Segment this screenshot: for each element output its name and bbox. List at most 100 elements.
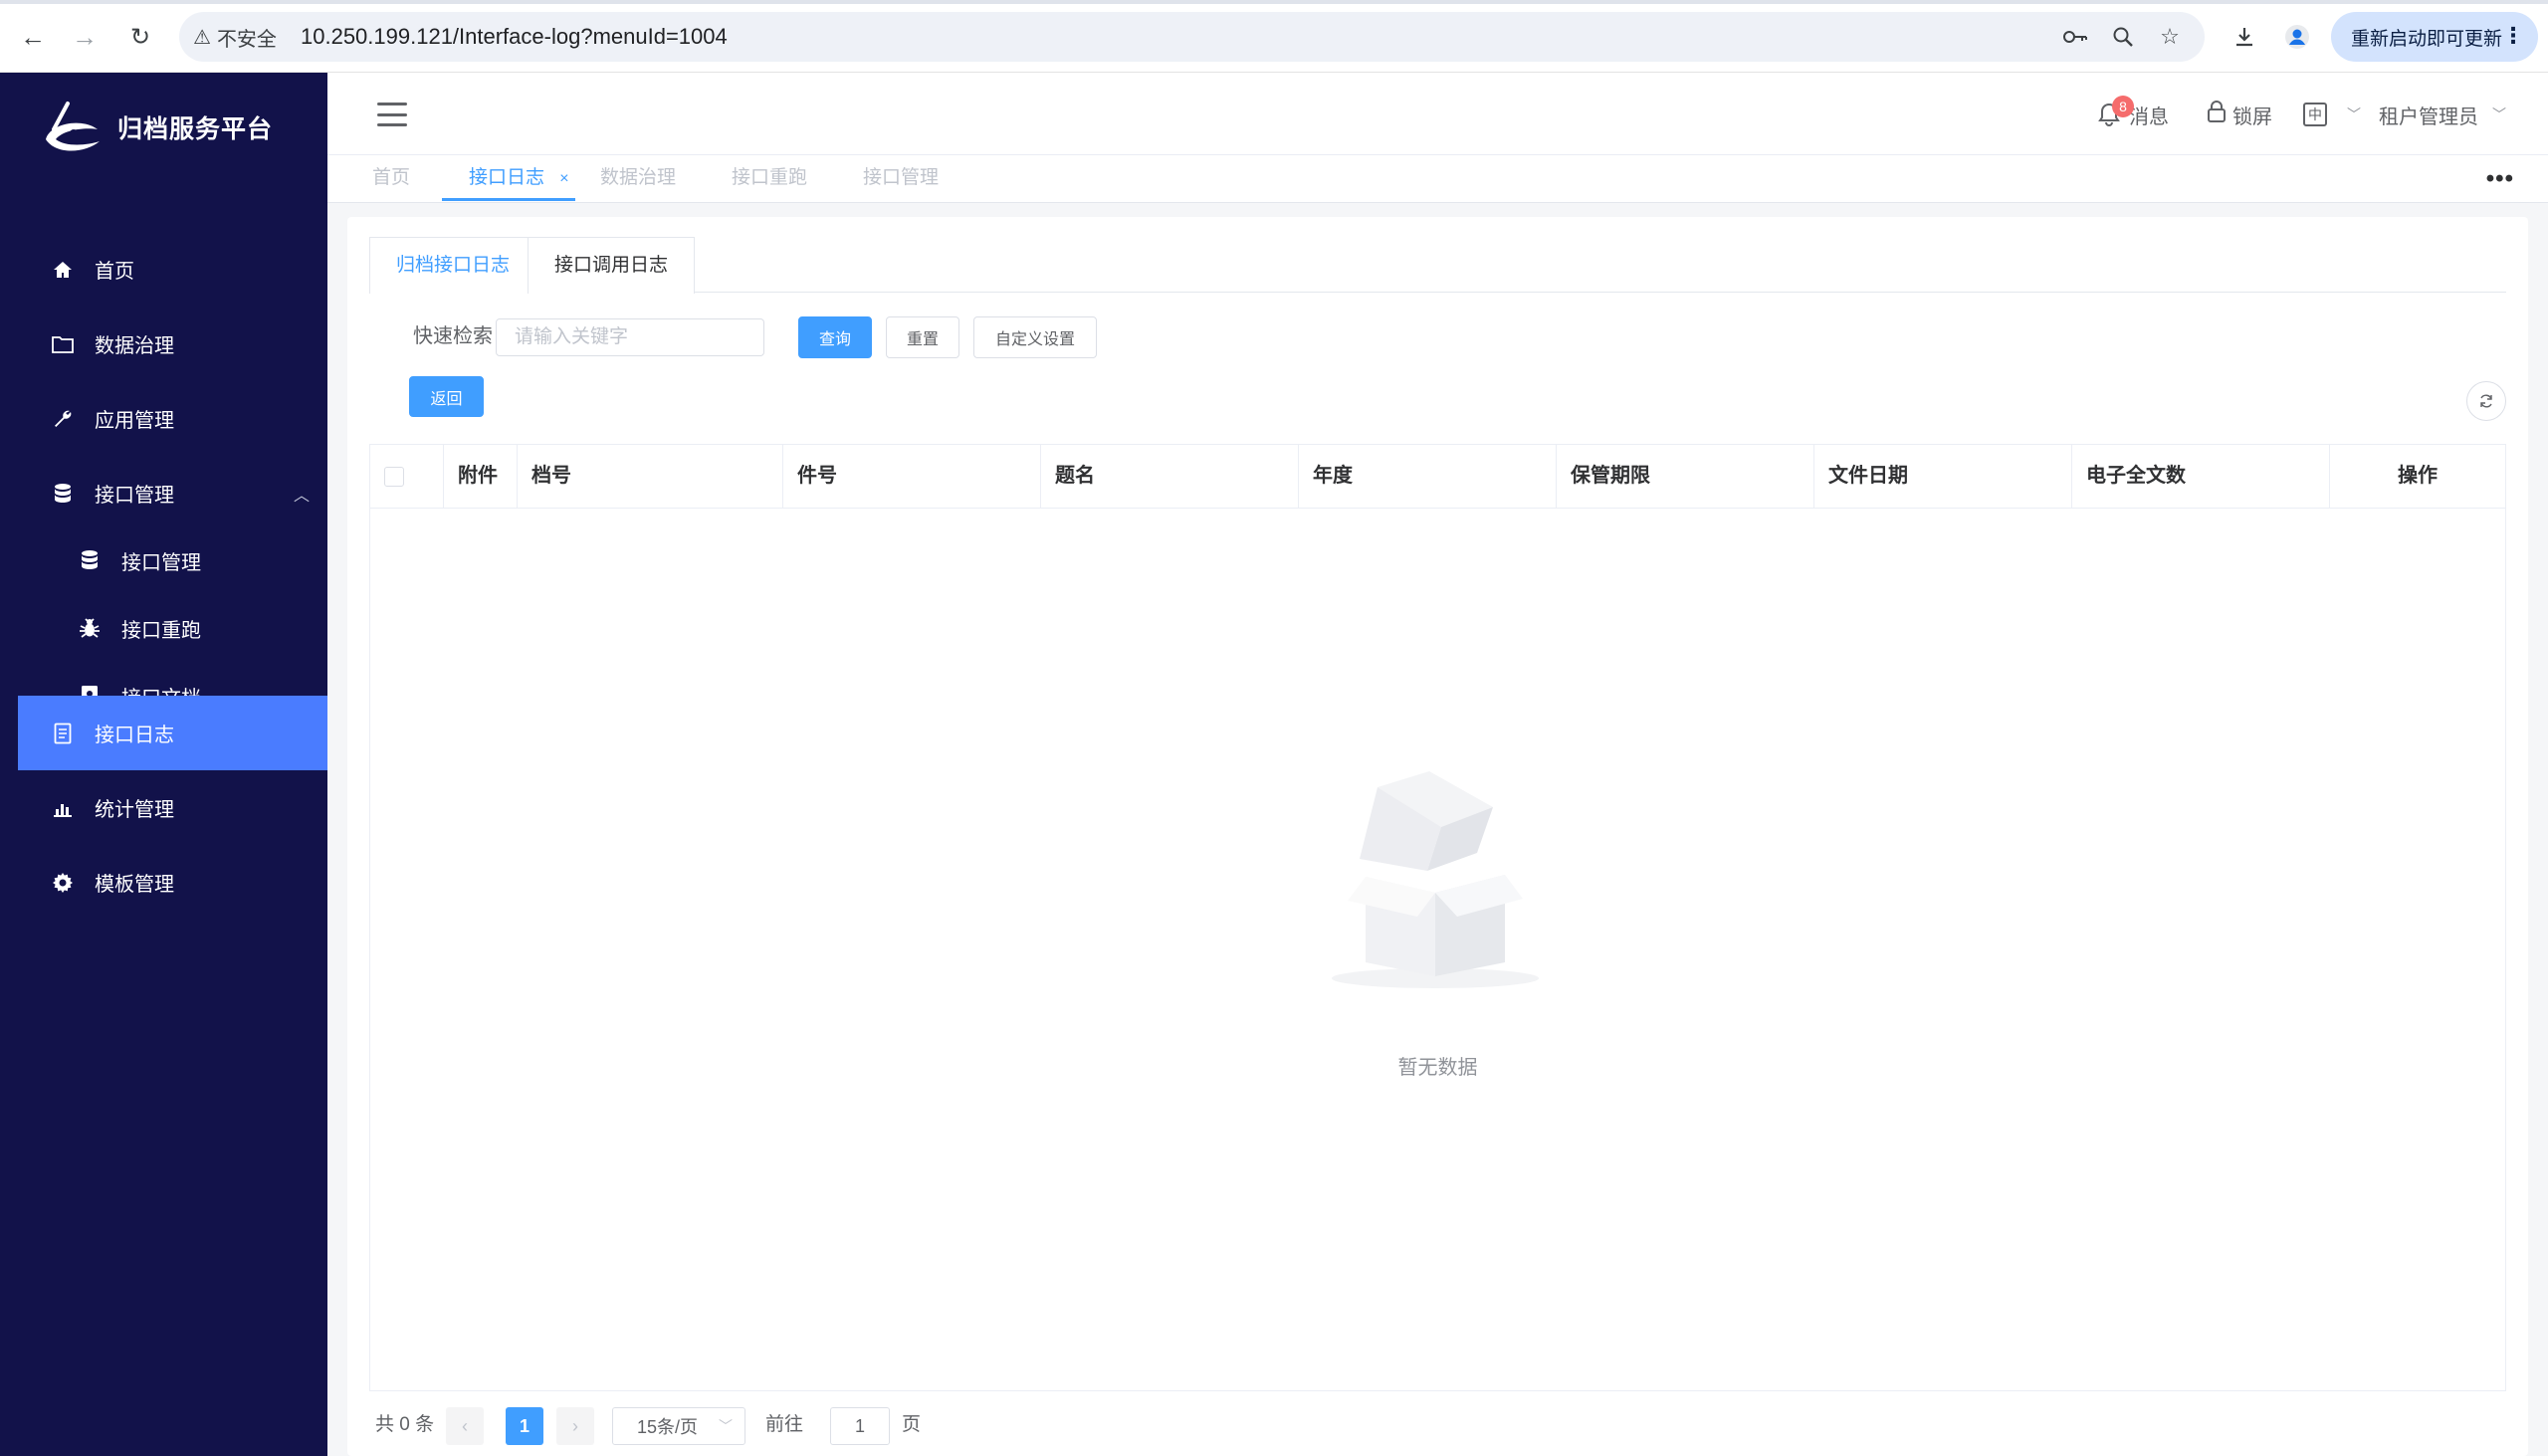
- sidebar-item-interface-management[interactable]: 接口管理 ︿: [18, 456, 327, 530]
- brand-logo-icon: [46, 102, 100, 151]
- column-header-title[interactable]: 题名: [1041, 445, 1299, 508]
- custom-settings-button[interactable]: 自定义设置: [973, 316, 1097, 358]
- tag-label: 接口日志: [469, 167, 545, 188]
- tag-interface-log[interactable]: 接口日志 ×: [442, 155, 575, 201]
- query-button[interactable]: 查询: [798, 316, 872, 358]
- user-name: 租户管理员: [2379, 105, 2478, 128]
- main-content: 归档接口日志 接口调用日志 快速检索 查询 重置 自定义设置 返回 附件 档号 …: [327, 203, 2548, 1456]
- page-size-select[interactable]: 15条/页 ﹀: [612, 1407, 745, 1445]
- table-header: 附件 档号 件号 题名 年度 保管期限 文件日期 电子全文数 操作: [370, 445, 2505, 509]
- tag-interface-management[interactable]: 接口管理: [863, 155, 939, 201]
- log-type-tabs: 归档接口日志 接口调用日志: [369, 237, 2506, 294]
- chevron-down-icon: ﹀: [719, 1418, 733, 1434]
- sidebar-item-template-management[interactable]: 模板管理: [18, 845, 327, 920]
- profile-avatar-icon[interactable]: [2282, 22, 2312, 52]
- language-selector[interactable]: 中 ﹀: [2303, 97, 2361, 132]
- tag-interface-rerun[interactable]: 接口重跑: [732, 155, 807, 201]
- update-browser-button[interactable]: 重新启动即可更新 ⋮: [2331, 12, 2538, 62]
- browser-toolbar: ← → ↻ ⚠ 不安全 10.250.199.121/Interface-log…: [0, 0, 2548, 73]
- gear-icon: [50, 870, 76, 896]
- browser-menu-icon[interactable]: ⋮: [2502, 12, 2524, 62]
- close-icon[interactable]: ×: [559, 170, 568, 187]
- search-input[interactable]: [496, 318, 764, 356]
- sidebar-item-statistics[interactable]: 统计管理: [18, 770, 327, 845]
- page-size-value: 15条/页: [637, 1417, 699, 1437]
- chevron-down-icon: ﹀: [2492, 106, 2506, 122]
- next-page-icon[interactable]: ›: [556, 1407, 594, 1445]
- column-header-retention[interactable]: 保管期限: [1557, 445, 1814, 508]
- column-header-year[interactable]: 年度: [1299, 445, 1557, 508]
- reset-button[interactable]: 重置: [886, 316, 959, 358]
- sidebar-item-label: 接口日志: [95, 725, 174, 746]
- search-label: 快速检索: [413, 325, 493, 347]
- menu-toggle-icon[interactable]: [377, 103, 407, 126]
- sidebar-item-label: 应用管理: [95, 410, 174, 432]
- tag-data-governance[interactable]: 数据治理: [600, 155, 676, 201]
- column-header-fulltext-count[interactable]: 电子全文数: [2072, 445, 2330, 508]
- url-text[interactable]: 10.250.199.121/Interface-log?menuId=1004: [301, 12, 728, 62]
- warning-icon: ⚠: [193, 26, 211, 49]
- sidebar-item-data-governance[interactable]: 数据治理: [18, 307, 327, 381]
- select-all-checkbox[interactable]: [384, 467, 404, 487]
- messages-button[interactable]: 8 消息: [2097, 96, 2169, 132]
- bell-icon: 8: [2097, 96, 2134, 127]
- messages-label: 消息: [2129, 105, 2169, 128]
- folder-icon: [50, 331, 76, 357]
- column-header-attachment[interactable]: 附件: [444, 445, 518, 508]
- security-indicator[interactable]: ⚠ 不安全: [193, 12, 277, 62]
- zoom-icon[interactable]: [2108, 22, 2138, 52]
- sidebar-item-app-management[interactable]: 应用管理: [18, 381, 327, 456]
- column-header-item-no[interactable]: 件号: [783, 445, 1041, 508]
- sidebar-subitem-interface-rerun[interactable]: 接口重跑: [18, 594, 327, 662]
- sidebar-item-interface-log[interactable]: 接口日志: [18, 696, 327, 770]
- chevron-up-icon: ︿: [293, 487, 310, 505]
- log-table: 附件 档号 件号 题名 年度 保管期限 文件日期 电子全文数 操作 暂无数据: [369, 444, 2506, 1391]
- brand[interactable]: 归档服务平台: [40, 93, 273, 162]
- page-number[interactable]: 1: [506, 1407, 543, 1445]
- reload-icon[interactable]: ↻: [125, 22, 155, 52]
- sidebar-item-label: 统计管理: [95, 799, 174, 821]
- bookmark-star-icon[interactable]: ☆: [2155, 22, 2185, 52]
- document-icon: [50, 721, 76, 746]
- back-button[interactable]: 返回: [409, 376, 484, 417]
- empty-text: 暂无数据: [1397, 1057, 1478, 1079]
- database-icon: [77, 547, 103, 573]
- messages-badge: 8: [2112, 96, 2134, 117]
- sidebar-item-label: 接口重跑: [121, 619, 201, 642]
- tab-interface-call-log[interactable]: 接口调用日志: [528, 237, 696, 294]
- column-header-actions: 操作: [2398, 465, 2438, 487]
- chevron-down-icon: ﹀: [2347, 106, 2361, 122]
- more-tags-icon[interactable]: •••: [2486, 165, 2514, 193]
- goto-prefix: 前往: [765, 1414, 804, 1435]
- sidebar-item-label: 接口管理: [121, 551, 201, 574]
- password-key-icon[interactable]: [2060, 22, 2090, 52]
- column-header-archive-no[interactable]: 档号: [518, 445, 783, 508]
- tag-home[interactable]: 首页: [372, 155, 410, 201]
- sidebar-item-label: 首页: [95, 261, 134, 283]
- goto-suffix: 页: [902, 1414, 922, 1435]
- sidebar-item-label: 接口管理: [95, 485, 174, 507]
- browser-tab-strip: [0, 0, 2548, 4]
- database-icon: [50, 481, 76, 507]
- tab-archive-interface-log[interactable]: 归档接口日志: [369, 237, 537, 294]
- column-header-file-date[interactable]: 文件日期: [1814, 445, 2072, 508]
- goto-page-input[interactable]: [830, 1407, 890, 1445]
- top-header: 8 消息 锁屏 中 ﹀ 租户管理员 ﹀: [327, 73, 2548, 155]
- forward-icon[interactable]: →: [70, 22, 100, 52]
- download-icon[interactable]: [2230, 22, 2259, 52]
- bug-icon: [77, 615, 103, 641]
- back-icon[interactable]: ←: [18, 22, 48, 52]
- wrench-icon: [50, 406, 76, 432]
- content-card: 归档接口日志 接口调用日志 快速检索 查询 重置 自定义设置 返回 附件 档号 …: [347, 217, 2528, 1456]
- tags-view: 首页 接口日志 × 数据治理 接口重跑 接口管理 •••: [327, 155, 2548, 203]
- lock-screen-button[interactable]: 锁屏: [2207, 97, 2272, 132]
- update-label: 重新启动即可更新: [2351, 28, 2503, 50]
- total-count: 共 0 条: [375, 1414, 435, 1435]
- user-menu[interactable]: 租户管理员 ﹀: [2379, 97, 2506, 132]
- prev-page-icon[interactable]: ‹: [446, 1407, 484, 1445]
- refresh-icon[interactable]: [2466, 381, 2506, 421]
- sidebar-item-home[interactable]: 首页: [18, 232, 327, 307]
- sidebar-subitem-interface-management[interactable]: 接口管理: [18, 526, 327, 594]
- address-bar[interactable]: ⚠ 不安全 10.250.199.121/Interface-log?menuI…: [179, 12, 2205, 62]
- language-code: 中: [2303, 103, 2327, 126]
